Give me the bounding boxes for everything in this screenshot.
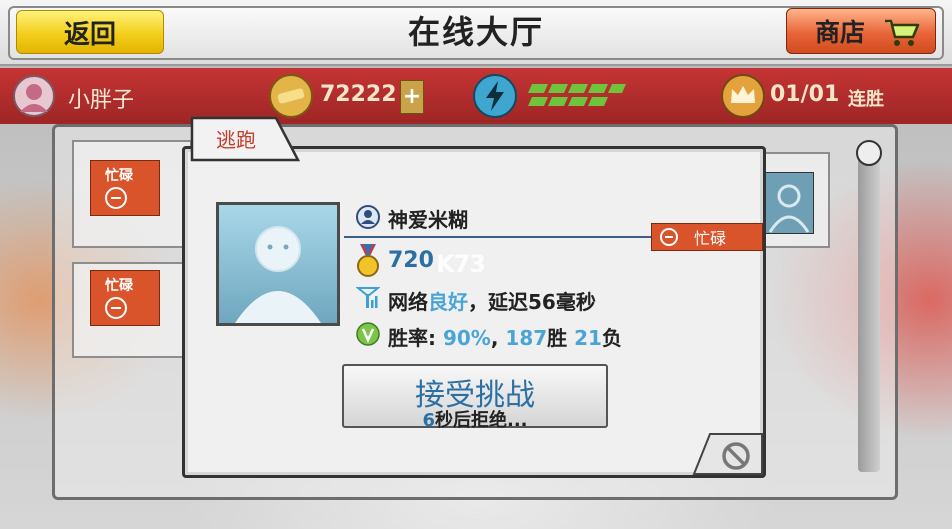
name-divider (344, 236, 654, 238)
win-rate-value: 90% (442, 326, 491, 350)
shop-button[interactable]: 商店 (786, 8, 936, 54)
minus-icon (105, 297, 127, 319)
opponent-busy-label: 忙碌 (694, 229, 727, 248)
minus-icon (105, 187, 127, 209)
coin-count: 72222 (320, 82, 397, 107)
losses-label: 负 (601, 326, 622, 350)
accept-challenge-button[interactable]: 接受挑战 6秒后拒绝... (342, 364, 608, 431)
wins-count: 187 (505, 326, 548, 350)
add-coins-label: + (402, 84, 422, 109)
wins-label: 胜 (547, 326, 568, 350)
busy-badge: 忙碌 (90, 270, 160, 326)
network-prefix: 网络 (388, 290, 428, 314)
medal-icon (357, 244, 379, 277)
countdown-value: 6 (422, 410, 435, 431)
losses-count: 21 (574, 326, 602, 350)
player-icon (356, 205, 380, 229)
network-status: 网络良好，延迟56毫秒 (388, 286, 596, 315)
busy-badge: 忙碌 (90, 160, 160, 216)
busy-badge-label: 忙碌 (105, 168, 133, 184)
energy-icon (473, 74, 517, 118)
signal-icon (356, 287, 380, 308)
opponent-score: 720 (388, 248, 434, 273)
escape-tab-label[interactable]: 逃跑 (216, 124, 256, 153)
network-quality: 良好 (428, 290, 468, 314)
scroll-handle[interactable] (856, 140, 882, 166)
back-label: 返回 (63, 19, 116, 50)
opponent-busy-badge: 忙碌 (651, 223, 763, 251)
shop-label: 商店 (815, 18, 866, 47)
countdown-text: 6秒后拒绝... (344, 406, 606, 432)
username: 小胖子 (68, 88, 135, 113)
minus-icon (660, 228, 678, 246)
page-title: 在线大厅 (407, 13, 544, 51)
streak-value: 01/01 (770, 82, 840, 107)
energy-bar-icon (528, 84, 626, 106)
busy-badge-label: 忙碌 (105, 278, 133, 294)
win-rate-label: 胜率: (388, 326, 436, 350)
opponent-name: 神爱米糊 (388, 208, 468, 232)
streak-label: 连胜 (848, 89, 884, 110)
back-button[interactable]: 返回 (16, 10, 164, 54)
scrollbar[interactable] (858, 152, 880, 472)
user-avatar-icon (13, 75, 55, 117)
watermark: K73 (436, 250, 486, 278)
countdown-suffix: 秒后拒绝... (435, 410, 528, 431)
win-rate: 胜率: 90%, 187胜 21负 (388, 326, 622, 350)
add-coins-button[interactable]: + (400, 80, 424, 114)
cart-icon (885, 19, 920, 46)
opponent-avatar (216, 202, 340, 326)
victory-icon (356, 322, 380, 346)
player-avatar-icon (764, 172, 814, 234)
default-avatar-icon (235, 226, 321, 323)
coin-icon (269, 74, 313, 118)
crown-icon (721, 74, 765, 118)
network-latency: ，延迟56毫秒 (468, 290, 596, 314)
block-button[interactable] (692, 432, 764, 476)
